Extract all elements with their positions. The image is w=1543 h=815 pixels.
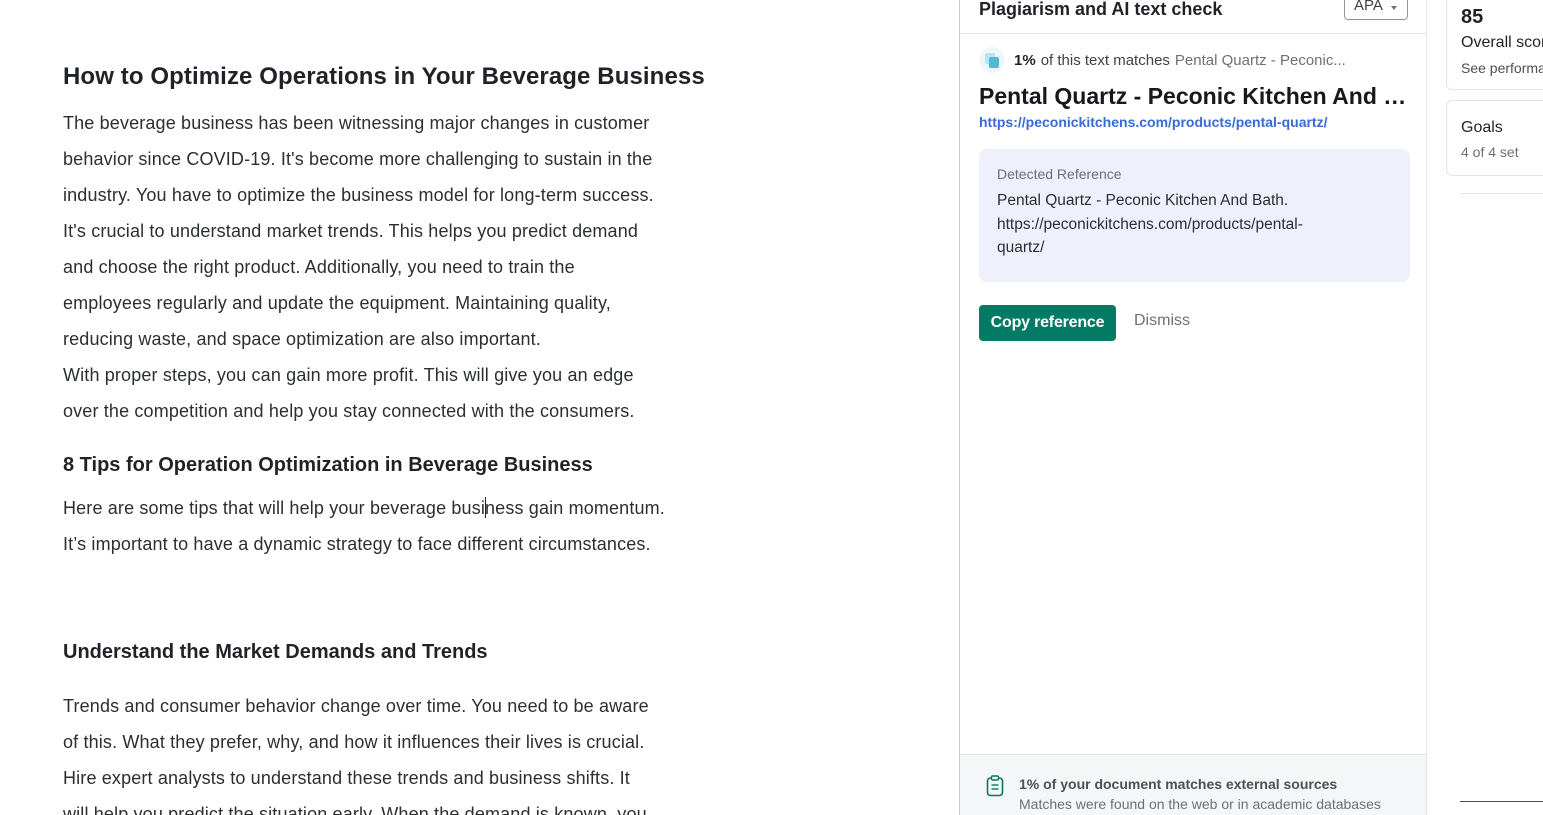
goals-title: Goals [1461, 119, 1503, 136]
assistant-sidebar: 85 Overall score See performance Goals 4… [1428, 0, 1543, 815]
match-percent: 1% [1014, 51, 1036, 69]
copy-match-icon [979, 47, 1005, 73]
citation-style-select[interactable]: APA [1344, 0, 1408, 20]
citation-style-value: APA [1354, 0, 1383, 14]
copy-reference-button[interactable]: Copy reference [979, 305, 1116, 341]
text-after-caret: ness gain momentum. [485, 498, 665, 518]
text-line: reducing waste, and space optimization a… [63, 329, 541, 349]
document-body[interactable]: How to Optimize Operations in Your Bever… [63, 60, 753, 815]
text-before-caret: Here are some tips that will help your b… [63, 498, 486, 518]
overall-score-label: Overall score [1461, 34, 1543, 51]
clipboard-icon [986, 775, 1004, 797]
match-text: of this text matches [1040, 51, 1170, 69]
detected-reference-text: Pental Quartz - Peconic Kitchen And Bath… [997, 189, 1392, 260]
match-source: Pental Quartz - Peconic... [1174, 51, 1346, 69]
source-title: Pental Quartz - Peconic Kitchen And Bath [979, 83, 1409, 109]
sidebar-divider [1460, 801, 1543, 802]
text-line: With proper steps, you can gain more pro… [63, 365, 634, 385]
sidebar-divider [1460, 193, 1543, 194]
reference-line: https://peconickitchens.com/products/pen… [997, 215, 1303, 233]
text-line: employees regularly and update the equip… [63, 293, 611, 313]
see-performance-link[interactable]: See performance [1461, 60, 1543, 76]
chevron-down-icon [1391, 6, 1397, 10]
footer-subtitle: Matches were found on the web or in acad… [1019, 796, 1381, 812]
plagiarism-panel: Plagiarism and AI text check APA 1% of t… [959, 0, 1427, 815]
document-title: How to Optimize Operations in Your Bever… [63, 63, 705, 90]
match-summary[interactable]: 1% of this text matches Pental Quartz - … [979, 47, 1346, 73]
source-url-link[interactable]: https://peconickitchens.com/products/pen… [979, 114, 1327, 130]
intro-paragraph: The beverage business has been witnessin… [63, 105, 753, 429]
overall-score-value: 85 [1461, 6, 1484, 28]
reference-line: quartz/ [997, 239, 1045, 256]
text-line: behavior since COVID-19. It's become mor… [63, 149, 653, 169]
dismiss-button[interactable]: Dismiss [1134, 312, 1190, 330]
text-line: Hire expert analysts to understand these… [63, 768, 630, 788]
document-editor[interactable]: How to Optimize Operations in Your Bever… [0, 0, 959, 815]
goals-subtitle: 4 of 4 set [1461, 144, 1519, 160]
panel-header: Plagiarism and AI text check APA [960, 0, 1426, 34]
section-heading: Understand the Market Demands and Trends [63, 641, 488, 663]
text-line: over the competition and help you stay c… [63, 401, 635, 421]
text-line: of this. What they prefer, why, and how … [63, 732, 645, 752]
match-footer: 1% of your document matches external sou… [960, 754, 1426, 815]
tips-paragraph: Here are some tips that will help your b… [63, 490, 753, 562]
tips-heading: 8 Tips for Operation Optimization in Bev… [63, 454, 593, 476]
detected-reference-label: Detected Reference [997, 166, 1122, 182]
reference-line: Pental Quartz - Peconic Kitchen And Bath… [997, 192, 1289, 209]
text-line: It's crucial to understand market trends… [63, 221, 639, 241]
section-paragraph: Trends and consumer behavior change over… [63, 688, 753, 815]
text-line: will help you predict the situation earl… [63, 804, 647, 815]
text-line: Trends and consumer behavior change over… [63, 696, 649, 716]
text-line: The beverage business has been witnessin… [63, 113, 650, 133]
text-line: industry. You have to optimize the busin… [63, 185, 654, 205]
panel-title: Plagiarism and AI text check [979, 0, 1223, 19]
text-line: and choose the right product. Additional… [63, 257, 575, 277]
text-line: It’s important to have a dynamic strateg… [63, 534, 651, 554]
detected-reference-box: Detected Reference Pental Quartz - Pecon… [979, 149, 1410, 282]
footer-title: 1% of your document matches external sou… [1019, 776, 1338, 792]
goals-card[interactable]: Goals 4 of 4 set [1446, 100, 1543, 176]
overall-score-card[interactable]: 85 Overall score See performance [1446, 0, 1543, 90]
